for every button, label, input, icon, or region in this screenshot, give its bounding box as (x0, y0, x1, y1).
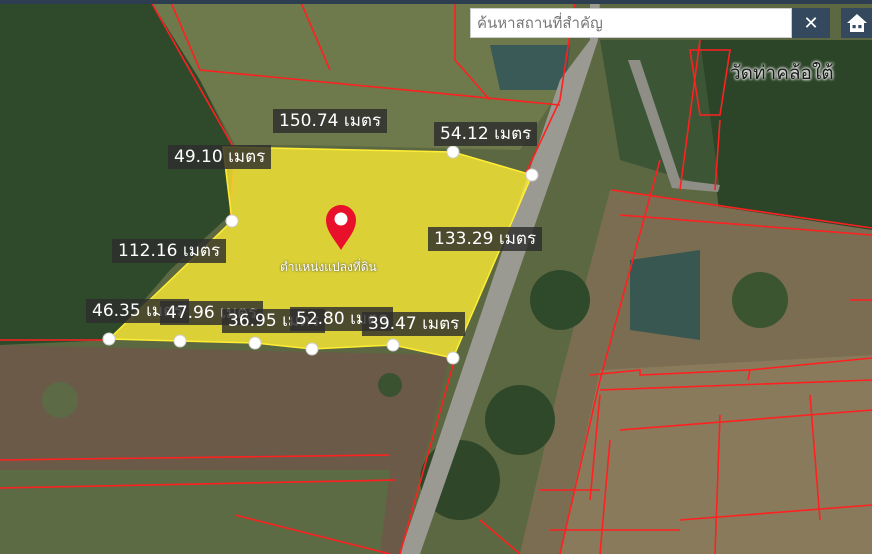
distance-label: 112.16 เมตร (112, 239, 227, 263)
vertex-handle[interactable] (446, 145, 460, 159)
search-input[interactable] (471, 9, 791, 37)
search-box[interactable] (470, 8, 792, 38)
vertex-handle[interactable] (102, 332, 116, 346)
close-icon: ✕ (803, 12, 819, 34)
distance-label: 49.10 เมตร (168, 145, 272, 169)
distance-label: 39.47 เมตร (362, 312, 466, 336)
vertex-handle[interactable] (446, 351, 460, 365)
home-icon (846, 14, 867, 32)
vertex-handle[interactable] (225, 214, 239, 228)
map-view[interactable]: ตำแหน่งแปลงที่ดิน 150.74 เมตร 54.12 เมตร… (0, 0, 872, 554)
vertex-handle[interactable] (173, 334, 187, 348)
vertex-handle[interactable] (248, 336, 262, 350)
distance-label: 54.12 เมตร (434, 122, 538, 146)
vertex-handle[interactable] (525, 168, 539, 182)
distance-label: 133.29 เมตร (428, 227, 543, 251)
vertex-handle[interactable] (386, 338, 400, 352)
clear-search-button[interactable]: ✕ (792, 8, 830, 38)
parcel-caption: ตำแหน่งแปลงที่ดิน (280, 260, 377, 274)
place-label[interactable]: วัดท่าคล้อใต้ (730, 58, 834, 88)
home-button[interactable] (841, 8, 872, 38)
distance-label: 150.74 เมตร (273, 109, 388, 133)
vertex-handle[interactable] (305, 342, 319, 356)
top-bar (0, 0, 872, 4)
